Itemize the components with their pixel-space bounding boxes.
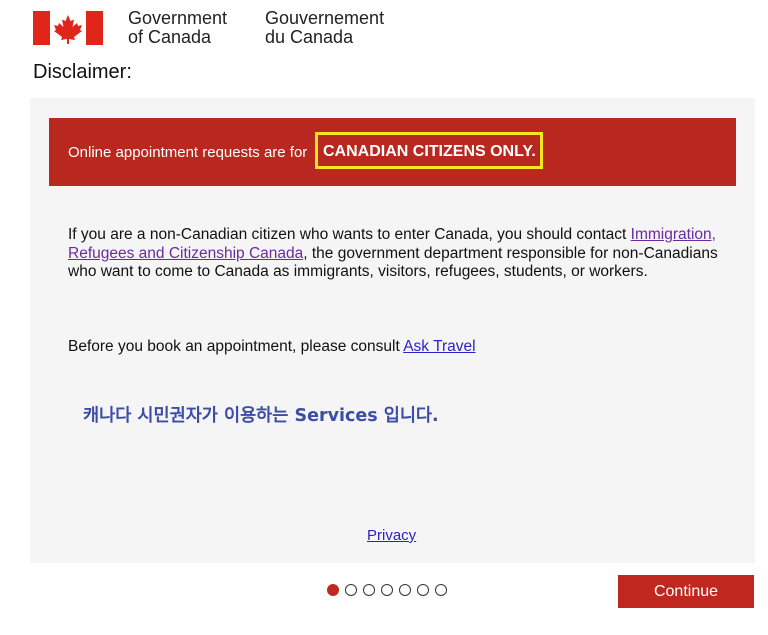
- privacy-link[interactable]: Privacy: [367, 527, 416, 544]
- government-of-canada-en: Government of Canada: [128, 8, 228, 47]
- canada-flag-icon: [33, 11, 103, 45]
- page-dot-2[interactable]: [345, 584, 357, 596]
- consult-paragraph: Before you book an appointment, please c…: [68, 338, 476, 355]
- ask-travel-link[interactable]: Ask Travel: [403, 338, 475, 355]
- korean-caption: 캐나다 시민권자가 이용하는 Services 입니다.: [83, 406, 439, 426]
- page-dot-5[interactable]: [399, 584, 411, 596]
- alert-prefix-text: Online appointment requests are for: [68, 144, 308, 161]
- alert-strong-text: CANADIAN CITIZENS ONLY.: [323, 143, 536, 160]
- site-header: Government of Canada Gouvernement du Can…: [33, 8, 433, 48]
- page-dot-1[interactable]: [327, 584, 339, 596]
- continue-button[interactable]: Continue: [618, 575, 754, 608]
- page-dot-3[interactable]: [363, 584, 375, 596]
- non-citizen-paragraph: If you are a non-Canadian citizen who wa…: [68, 226, 718, 280]
- citizens-only-alert: Online appointment requests are for CANA…: [49, 118, 736, 186]
- page-dot-6[interactable]: [417, 584, 429, 596]
- government-of-canada-fr: Gouvernement du Canada: [265, 8, 385, 47]
- page-title: Disclaimer:: [33, 61, 132, 83]
- page-dot-4[interactable]: [381, 584, 393, 596]
- page-dot-7[interactable]: [435, 584, 447, 596]
- pagination-dots: [327, 582, 447, 598]
